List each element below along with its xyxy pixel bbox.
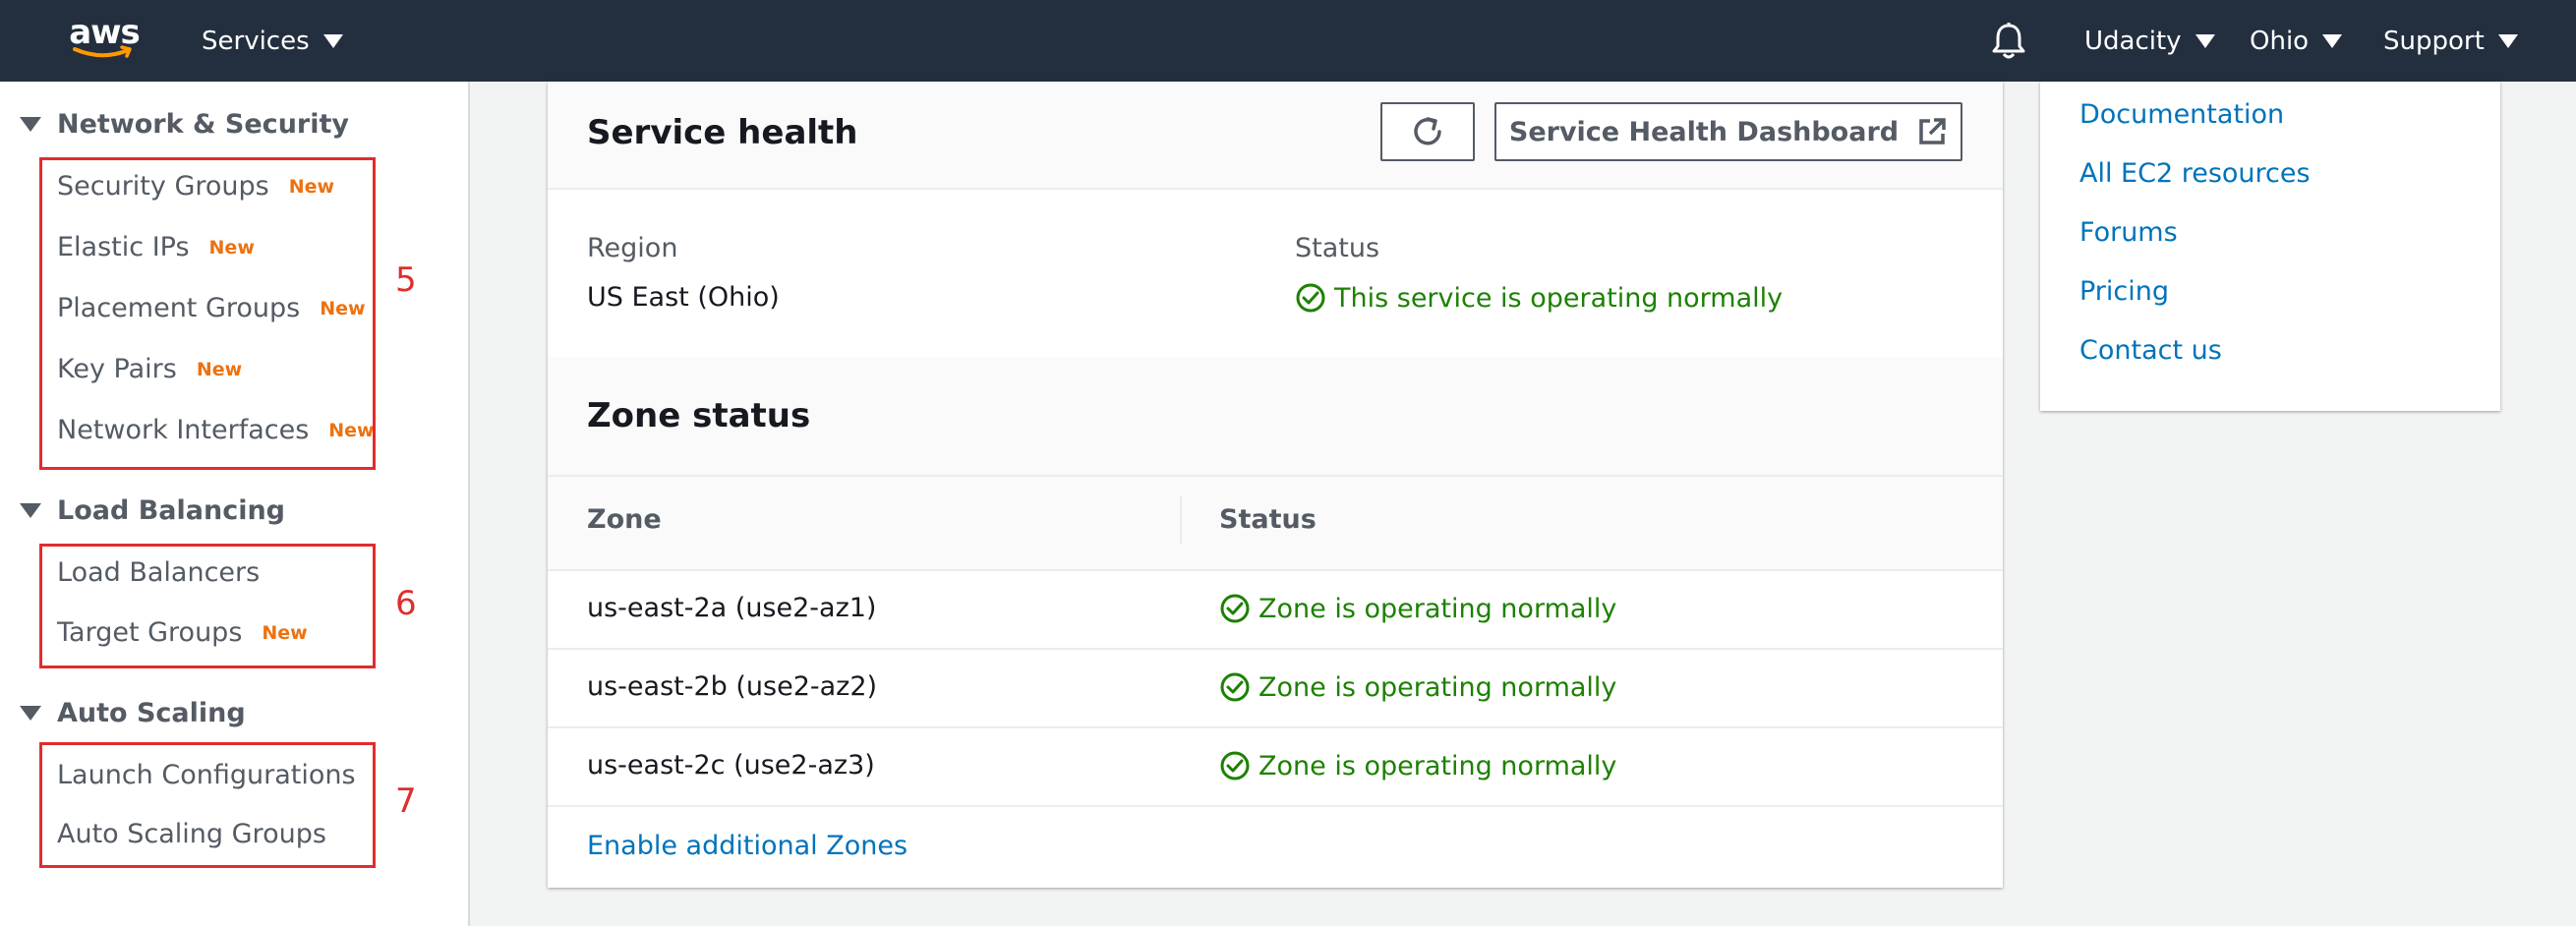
aws-smile-icon (73, 45, 132, 58)
region-label: Ohio (2250, 26, 2310, 56)
zone-status: Zone is operating normally (1219, 750, 1616, 781)
zone-table-header: Zone Status (548, 475, 2003, 571)
collapse-triangle-icon (20, 503, 41, 518)
forums-link[interactable]: Forums (2079, 217, 2178, 248)
resources-links-panel: Documentation All EC2 resources Forums P… (2040, 82, 2500, 411)
zone-status: Zone is operating normally (1219, 593, 1616, 624)
table-row: us-east-2b (use2-az2) Zone is operating … (548, 650, 2003, 728)
caret-down-icon (2195, 33, 2215, 48)
service-health-dashboard-button[interactable]: Service Health Dashboard (1494, 102, 1962, 161)
annotation-number: 6 (395, 584, 417, 623)
section-title: Load Balancing (57, 495, 286, 526)
account-label: Udacity (2084, 26, 2182, 56)
top-navigation-bar: aws Services Udacity Ohio Support (0, 0, 2576, 82)
check-circle-icon (1220, 751, 1250, 781)
region-label: Region (587, 233, 678, 263)
annotation-box (39, 742, 376, 868)
table-row: us-east-2a (use2-az1) Zone is operating … (548, 571, 2003, 650)
zone-name: us-east-2c (use2-az3) (587, 750, 875, 781)
collapse-triangle-icon (20, 117, 41, 132)
contact-us-link[interactable]: Contact us (2079, 335, 2222, 366)
services-menu[interactable]: Services (202, 0, 343, 82)
zone-status-text: Zone is operating normally (1259, 750, 1617, 781)
service-health-panel: Service health Service Health Dashboard … (548, 82, 2003, 888)
external-link-icon (1919, 118, 1946, 145)
caret-down-icon (322, 33, 343, 48)
notifications-button[interactable] (1990, 0, 2027, 82)
check-circle-icon (1220, 672, 1250, 702)
region-value: US East (Ohio) (587, 282, 780, 313)
support-label: Support (2383, 26, 2485, 56)
annotation-number: 7 (395, 781, 417, 821)
zone-status-text: Zone is operating normally (1259, 593, 1617, 624)
caret-down-icon (2322, 33, 2343, 48)
documentation-link[interactable]: Documentation (2079, 99, 2284, 130)
support-menu[interactable]: Support (2383, 0, 2518, 82)
aws-logo[interactable]: aws (69, 13, 141, 65)
sidebar-section-auto-scaling[interactable]: Auto Scaling (20, 698, 246, 728)
all-ec2-resources-link[interactable]: All EC2 resources (2079, 158, 2311, 189)
annotation-box (39, 157, 376, 470)
zone-status: Zone is operating normally (1219, 671, 1616, 703)
sidebar-section-network-security[interactable]: Network & Security (20, 109, 349, 140)
section-title: Auto Scaling (57, 698, 246, 728)
region-menu[interactable]: Ohio (2250, 0, 2343, 82)
account-menu[interactable]: Udacity (2084, 0, 2215, 82)
check-circle-icon (1220, 594, 1250, 623)
annotation-box (39, 544, 376, 668)
caret-down-icon (2497, 33, 2518, 48)
annotation-number: 5 (395, 260, 417, 300)
status-label: Status (1295, 233, 1380, 263)
bell-icon (1992, 22, 2025, 58)
column-divider[interactable] (1180, 496, 1182, 544)
zone-status-title: Zone status (587, 396, 811, 435)
service-status: This service is operating normally (1295, 282, 1783, 314)
check-circle-icon (1296, 283, 1325, 313)
service-health-title: Service health (587, 113, 858, 152)
services-label: Services (202, 26, 310, 56)
refresh-button[interactable] (1380, 102, 1475, 161)
zone-status-text: Zone is operating normally (1259, 671, 1617, 703)
section-title: Network & Security (57, 109, 349, 140)
pricing-link[interactable]: Pricing (2079, 276, 2169, 307)
refresh-icon (1414, 117, 1441, 145)
zone-name: us-east-2b (use2-az2) (587, 671, 878, 702)
button-label: Service Health Dashboard (1508, 116, 1900, 147)
collapse-triangle-icon (20, 706, 41, 721)
enable-additional-zones-link[interactable]: Enable additional Zones (587, 831, 907, 861)
zone-name: us-east-2a (use2-az1) (587, 593, 877, 623)
service-status-text: This service is operating normally (1334, 282, 1784, 314)
sidebar: Network & Security Security Groups New E… (0, 82, 470, 926)
aws-logo-text: aws (69, 13, 141, 52)
column-header-zone[interactable]: Zone (587, 504, 662, 535)
column-header-status[interactable]: Status (1219, 504, 1317, 535)
sidebar-section-load-balancing[interactable]: Load Balancing (20, 495, 285, 526)
table-row: us-east-2c (use2-az3) Zone is operating … (548, 728, 2003, 807)
